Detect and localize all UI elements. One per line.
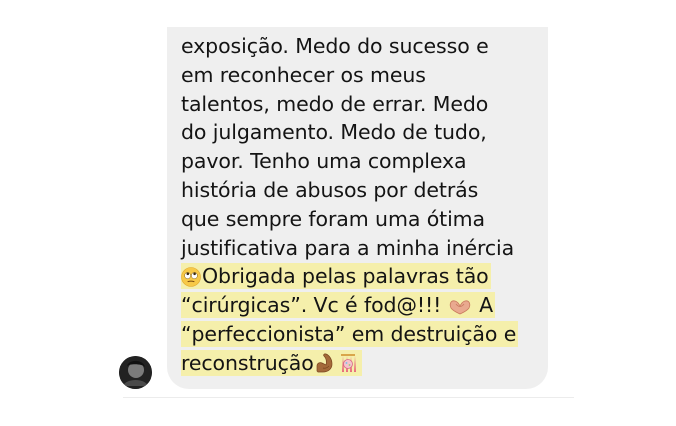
highlighted-line: Obrigada pelas palavras tão [181, 262, 541, 291]
top-fade [0, 0, 676, 27]
text-highlight: reconstrução [181, 349, 362, 376]
text-highlight: “cirúrgicas”. Vc é fod@!!! A [181, 292, 495, 319]
highlighted-line: “perfeccionista” em destruição e [181, 320, 541, 349]
flexed-biceps-emoji-icon [314, 352, 336, 382]
user-avatar[interactable] [119, 356, 152, 389]
text-highlight: “perfeccionista” em destruição e [181, 320, 519, 347]
message-line: que sempre foram uma ótima [181, 206, 485, 231]
highlight-text: A [479, 293, 493, 318]
message-line: em reconhecer os meus [181, 62, 426, 87]
message-line: talentos, medo de errar. Medo [181, 91, 489, 116]
highlight-text: Obrigada pelas palavras tão [202, 264, 489, 289]
message-line: exposição. Medo do sucesso e [181, 34, 489, 58]
divider [123, 397, 574, 398]
highlight-text: “cirúrgicas”. Vc é fod@!!! [181, 293, 442, 318]
confetti-ball-emoji-icon [337, 352, 359, 382]
message-line: do julgamento. Medo de tudo, [181, 120, 487, 145]
message-line: justificativa para a minha inércia [181, 235, 515, 260]
message-line: pavor. Tenho uma complexa [181, 149, 467, 174]
message-line: história de abusos por detrás [181, 177, 479, 202]
message-text: exposição. Medo do sucesso e em reconhec… [181, 32, 541, 378]
text-highlight: Obrigada pelas palavras tão [181, 263, 491, 290]
highlight-text: reconstrução [181, 350, 314, 375]
highlighted-line: “cirúrgicas”. Vc é fod@!!! A [181, 291, 541, 320]
highlighted-line: reconstrução [181, 349, 541, 378]
